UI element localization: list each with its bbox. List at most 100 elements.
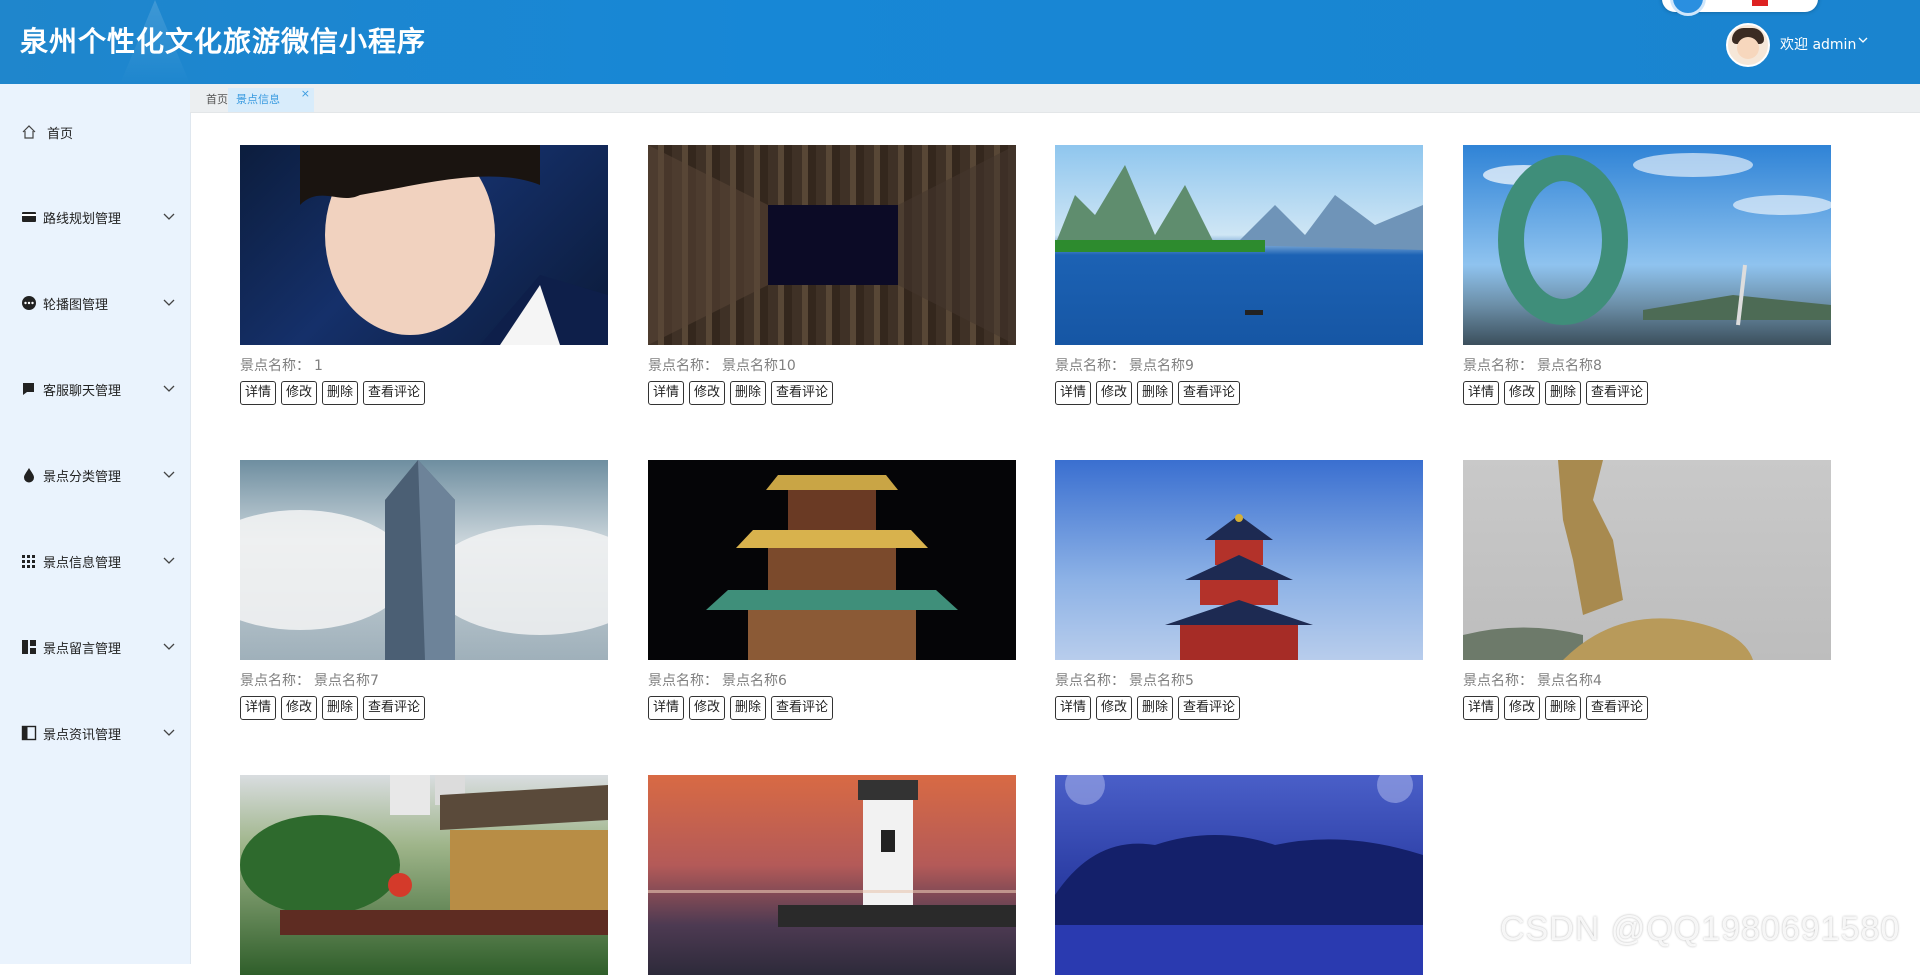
- home-icon: [21, 124, 37, 140]
- close-icon[interactable]: ×: [301, 82, 310, 106]
- chevron-down-icon: [162, 381, 176, 399]
- sidebar-item-label: 景点留言管理: [43, 641, 122, 657]
- spot-card: 景点名称： 景点名称10 详情 修改 删除 查看评论: [648, 145, 1016, 405]
- edit-button[interactable]: 修改: [689, 696, 726, 720]
- delete-button[interactable]: 删除: [1137, 696, 1174, 720]
- floating-toolbar[interactable]: [1662, 0, 1818, 16]
- spot-image[interactable]: [648, 145, 1016, 345]
- spot-card: [1055, 775, 1423, 975]
- spot-name: 景点名称： 景点名称10: [648, 358, 796, 374]
- sidebar-item-home[interactable]: 首页: [0, 112, 190, 152]
- view-comments-button[interactable]: 查看评论: [1586, 381, 1649, 405]
- spot-card: 景点名称： 景点名称8 详情 修改 删除 查看评论: [1463, 145, 1831, 405]
- sidebar-item-messages[interactable]: 景点留言管理: [0, 627, 190, 667]
- view-comments-button[interactable]: 查看评论: [771, 696, 834, 720]
- chevron-down-icon: [162, 209, 176, 227]
- detail-button[interactable]: 详情: [1055, 381, 1092, 405]
- tab-label: 景点信息: [236, 93, 280, 106]
- sidebar-item-news[interactable]: 景点资讯管理: [0, 713, 190, 753]
- sidebar-item-label: 客服聊天管理: [43, 383, 122, 399]
- detail-button[interactable]: 详情: [648, 381, 685, 405]
- sidebar-item-label: 轮播图管理: [43, 297, 109, 313]
- spot-image[interactable]: [240, 460, 608, 660]
- detail-button[interactable]: 详情: [1055, 696, 1092, 720]
- spot-card: [240, 775, 608, 975]
- toolbar-flag-icon: [1752, 0, 1768, 6]
- delete-button[interactable]: 删除: [322, 696, 359, 720]
- sidebar-item-label: 景点资讯管理: [43, 727, 122, 743]
- spot-card: [648, 775, 1016, 975]
- edit-button[interactable]: 修改: [281, 381, 318, 405]
- delete-button[interactable]: 删除: [322, 381, 359, 405]
- detail-button[interactable]: 详情: [1463, 696, 1500, 720]
- top-header: 泉州个性化文化旅游微信小程序 欢迎 admin: [0, 0, 1920, 84]
- edit-button[interactable]: 修改: [1096, 696, 1133, 720]
- view-comments-button[interactable]: 查看评论: [1178, 696, 1241, 720]
- spot-image[interactable]: [648, 460, 1016, 660]
- chevron-down-icon[interactable]: [1858, 34, 1868, 48]
- delete-button[interactable]: 删除: [1545, 696, 1582, 720]
- view-comments-button[interactable]: 查看评论: [1586, 696, 1649, 720]
- app-title: 泉州个性化文化旅游微信小程序: [20, 25, 427, 58]
- chevron-down-icon: [162, 553, 176, 571]
- spot-card: 景点名称： 景点名称6 详情 修改 删除 查看评论: [648, 460, 1016, 720]
- spot-name: 景点名称： 1: [240, 358, 323, 374]
- view-comments-button[interactable]: 查看评论: [363, 696, 426, 720]
- detail-button[interactable]: 详情: [240, 381, 277, 405]
- toolbar-circle-icon[interactable]: [1670, 0, 1706, 16]
- spot-name: 景点名称： 景点名称7: [240, 673, 379, 689]
- detail-button[interactable]: 详情: [1463, 381, 1500, 405]
- spot-card: 景点名称： 景点名称7 详情 修改 删除 查看评论: [240, 460, 608, 720]
- spot-image[interactable]: [1055, 145, 1423, 345]
- tab-bar: 首页 景点信息 ×: [190, 84, 1920, 113]
- sidebar-item-carousel[interactable]: 轮播图管理: [0, 283, 190, 323]
- chat-icon: [21, 381, 37, 397]
- view-comments-button[interactable]: 查看评论: [771, 381, 834, 405]
- sidebar-item-category[interactable]: 景点分类管理: [0, 455, 190, 495]
- avatar[interactable]: [1726, 23, 1770, 67]
- panel-icon: [21, 725, 37, 741]
- edit-button[interactable]: 修改: [1504, 381, 1541, 405]
- view-comments-button[interactable]: 查看评论: [1178, 381, 1241, 405]
- delete-button[interactable]: 删除: [730, 696, 767, 720]
- sidebar-item-label: 景点信息管理: [43, 555, 122, 571]
- tab-spot-info[interactable]: 景点信息 ×: [228, 87, 314, 112]
- drop-icon: [21, 467, 37, 483]
- spot-image[interactable]: [1463, 145, 1831, 345]
- spot-name: 景点名称： 景点名称5: [1055, 673, 1194, 689]
- delete-button[interactable]: 删除: [1137, 381, 1174, 405]
- spot-image[interactable]: [648, 775, 1016, 975]
- detail-button[interactable]: 详情: [240, 696, 277, 720]
- spot-image[interactable]: [240, 145, 608, 345]
- delete-button[interactable]: 删除: [730, 381, 767, 405]
- spot-name: 景点名称： 景点名称6: [648, 673, 787, 689]
- edit-button[interactable]: 修改: [689, 381, 726, 405]
- grid-icon: [21, 553, 37, 569]
- spot-image[interactable]: [240, 775, 608, 975]
- spot-image[interactable]: [1463, 460, 1831, 660]
- sidebar-item-label: 路线规划管理: [43, 211, 122, 227]
- spot-image[interactable]: [1055, 460, 1423, 660]
- sidebar-item-customer-chat[interactable]: 客服聊天管理: [0, 369, 190, 409]
- edit-button[interactable]: 修改: [1096, 381, 1133, 405]
- spot-card: 景点名称： 景点名称9 详情 修改 删除 查看评论: [1055, 145, 1423, 405]
- spot-card: 景点名称： 景点名称5 详情 修改 删除 查看评论: [1055, 460, 1423, 720]
- detail-button[interactable]: 详情: [648, 696, 685, 720]
- sidebar: 首页 路线规划管理 轮播图管理 客服聊天管理 景点分类管理 景点信息管理 景点留…: [0, 84, 191, 964]
- chevron-down-icon: [162, 295, 176, 313]
- sidebar-item-spot-info[interactable]: 景点信息管理: [0, 541, 190, 581]
- edit-button[interactable]: 修改: [1504, 696, 1541, 720]
- card-icon: [21, 209, 37, 225]
- delete-button[interactable]: 删除: [1545, 381, 1582, 405]
- spot-name: 景点名称： 景点名称8: [1463, 358, 1602, 374]
- spot-card: 景点名称： 景点名称4 详情 修改 删除 查看评论: [1463, 460, 1831, 720]
- sidebar-item-route-planning[interactable]: 路线规划管理: [0, 197, 190, 237]
- spot-card: 景点名称： 1 详情 修改 删除 查看评论: [240, 145, 608, 405]
- spot-image[interactable]: [1055, 775, 1423, 975]
- chevron-down-icon: [162, 725, 176, 743]
- welcome-user-menu[interactable]: 欢迎 admin: [1780, 34, 1856, 54]
- edit-button[interactable]: 修改: [281, 696, 318, 720]
- chevron-down-icon: [162, 467, 176, 485]
- chevron-down-icon: [162, 639, 176, 657]
- view-comments-button[interactable]: 查看评论: [363, 381, 426, 405]
